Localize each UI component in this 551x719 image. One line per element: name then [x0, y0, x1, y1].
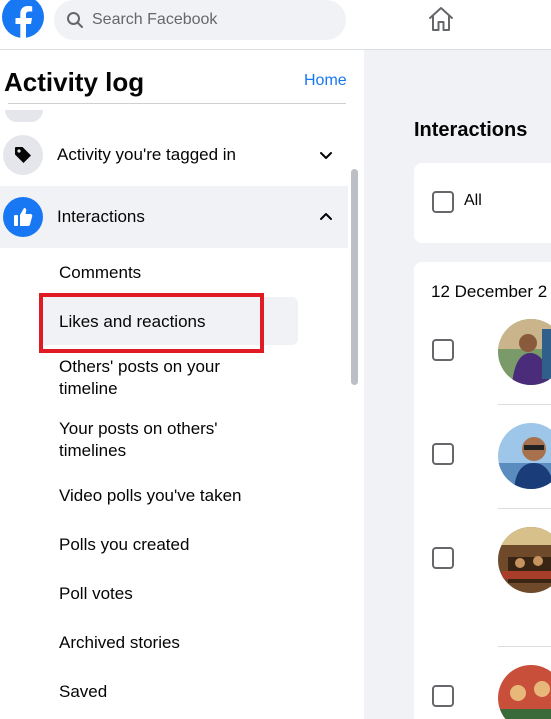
select-all-checkbox[interactable]	[432, 191, 454, 213]
thumbs-up-icon	[3, 197, 43, 237]
section-activity-tagged-in[interactable]: Activity you're tagged in	[0, 124, 348, 186]
activity-row-checkbox[interactable]	[432, 339, 454, 361]
row-divider	[498, 646, 551, 647]
sub-item-saved[interactable]: Saved	[59, 681, 259, 703]
activity-list-card: 12 December 2	[414, 262, 551, 719]
top-navigation-bar	[0, 0, 551, 50]
section-interactions[interactable]: Interactions	[0, 186, 348, 248]
search-icon	[67, 12, 83, 28]
activity-thumbnail[interactable]	[498, 319, 551, 385]
select-all-label: All	[464, 192, 482, 209]
sub-item-polls-you-created[interactable]: Polls you created	[59, 534, 259, 556]
search-bar[interactable]	[54, 0, 346, 40]
chevron-up-icon[interactable]	[318, 209, 334, 225]
row-divider	[498, 508, 551, 509]
facebook-logo-icon[interactable]	[2, 0, 45, 40]
section-label: Interactions	[57, 207, 145, 226]
sub-item-others-posts-on-your-timeline[interactable]: Others' posts on your timeline	[59, 356, 249, 400]
section-label: Activity you're tagged in	[57, 145, 237, 164]
activity-thumbnail[interactable]	[498, 665, 551, 719]
activity-thumbnail[interactable]	[498, 527, 551, 593]
interactions-main-panel: Interactions All 12 December 2	[364, 50, 551, 719]
tag-icon	[3, 135, 43, 175]
sub-item-comments[interactable]: Comments	[59, 262, 259, 284]
row-divider	[498, 404, 551, 405]
sidebar-scrollbar-thumb[interactable]	[351, 169, 358, 385]
date-heading: 12 December 2	[431, 282, 548, 301]
annotation-highlight-box	[39, 293, 264, 353]
activity-row-checkbox[interactable]	[432, 685, 454, 707]
sub-item-your-posts-on-others-timelines[interactable]: Your posts on others' timelines	[59, 418, 249, 462]
home-icon[interactable]	[426, 4, 456, 34]
activity-row-checkbox[interactable]	[432, 443, 454, 465]
sidebar-title: Activity log	[4, 67, 145, 97]
activity-log-sidebar: Activity log Home Activity you're tagged…	[0, 50, 364, 719]
activity-thumbnail[interactable]	[498, 423, 551, 489]
partial-section-icon	[5, 110, 43, 122]
activity-row-checkbox[interactable]	[432, 547, 454, 569]
main-title: Interactions	[414, 119, 528, 141]
chevron-down-icon[interactable]	[318, 147, 334, 163]
select-all-card: All	[414, 163, 551, 243]
home-link[interactable]: Home	[304, 72, 347, 90]
sub-item-poll-votes[interactable]: Poll votes	[59, 583, 259, 605]
sidebar-divider	[8, 103, 346, 104]
search-input[interactable]	[92, 11, 332, 29]
sub-item-video-polls-taken[interactable]: Video polls you've taken	[59, 485, 289, 507]
sub-item-archived-stories[interactable]: Archived stories	[59, 632, 259, 654]
